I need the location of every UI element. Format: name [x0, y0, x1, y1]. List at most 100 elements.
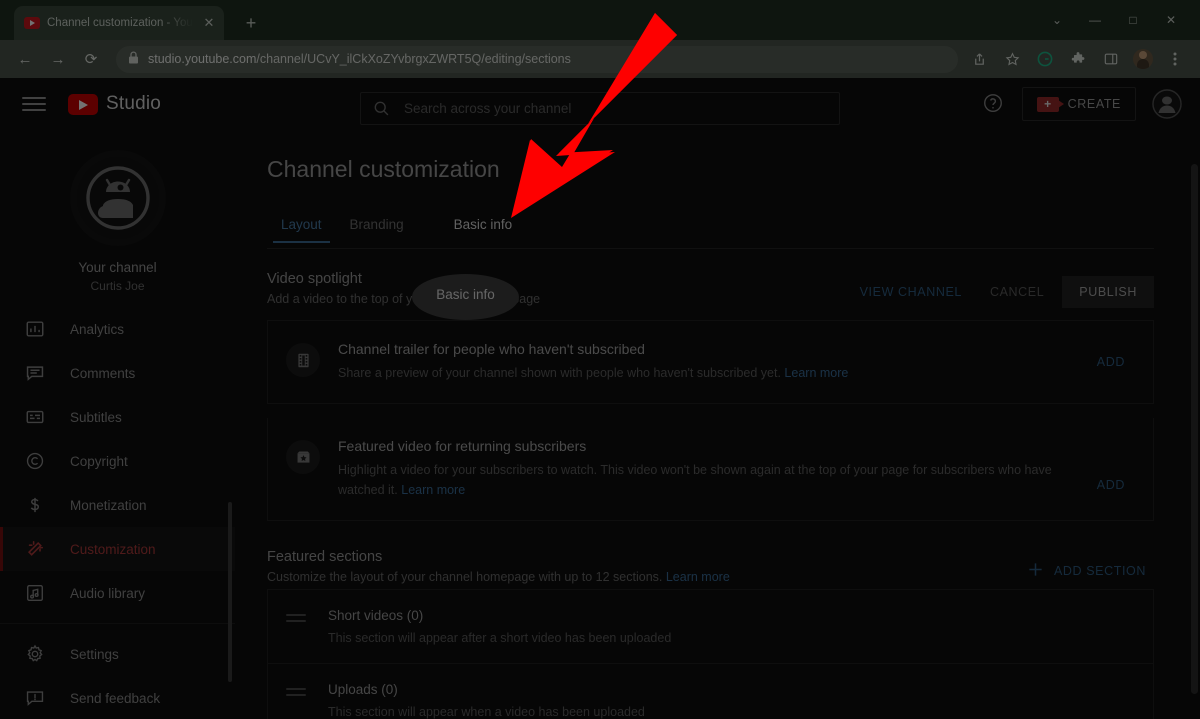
sidebar-item-copyright[interactable]: Copyright	[0, 439, 235, 483]
featured-video-icon	[286, 440, 320, 475]
sidebar-divider	[0, 623, 235, 624]
new-tab-button[interactable]: +	[238, 10, 264, 36]
drag-handle-icon[interactable]	[286, 688, 306, 697]
close-icon[interactable]: ✕	[200, 14, 218, 32]
url-host: studio.youtube.com	[148, 52, 257, 66]
sidebar-item-label: Monetization	[70, 497, 147, 513]
sidebar-item-customization[interactable]: Customization	[0, 527, 235, 571]
learn-more-link[interactable]: Learn more	[666, 570, 730, 584]
sidebar-scrollbar[interactable]	[228, 502, 232, 682]
browser-toolbar: ← → ⟳ studio.youtube.com/channel/UCvY_il…	[0, 40, 1200, 78]
chevron-down-icon[interactable]: ⌄	[1046, 9, 1068, 31]
browser-tab[interactable]: Channel customization - YouTub ✕	[14, 6, 224, 40]
chrome-menu-icon[interactable]	[1164, 48, 1186, 70]
magic-wand-icon	[24, 538, 46, 560]
profile-avatar[interactable]	[1133, 49, 1153, 69]
publish-button[interactable]: PUBLISH	[1062, 276, 1154, 308]
sidebar-item-settings[interactable]: Settings	[0, 632, 235, 676]
tab-layout[interactable]: Layout	[267, 205, 336, 243]
card-channel-trailer: Channel trailer for people who haven't s…	[267, 320, 1154, 405]
sidebar-item-label: Send feedback	[70, 690, 161, 706]
search-icon	[373, 100, 390, 117]
copyright-icon	[24, 450, 46, 472]
search-input[interactable]: Search across your channel	[360, 92, 840, 125]
section-row-body: Uploads (0) This section will appear whe…	[328, 682, 645, 719]
your-channel-label: Your channel	[78, 260, 157, 275]
feedback-icon	[24, 687, 46, 709]
reload-icon[interactable]: ⟳	[76, 45, 106, 73]
channel-block[interactable]: Your channel Curtis Joe	[0, 130, 235, 293]
url-path: /channel/UCvY_ilCkXoZYvbrgxZWRT5Q/editin…	[256, 52, 571, 66]
section-row-title: Short videos (0)	[328, 608, 424, 624]
bookmark-star-icon[interactable]	[1001, 48, 1023, 70]
browser-tabstrip: Channel customization - YouTub ✕ + ⌄ — □…	[0, 0, 1200, 40]
learn-more-link[interactable]: Learn more	[784, 366, 848, 380]
sidebar-item-label: Audio library	[70, 585, 146, 601]
grammarly-icon[interactable]	[1034, 48, 1056, 70]
hamburger-menu-icon[interactable]	[22, 92, 46, 116]
card-body: Channel trailer for people who haven't s…	[338, 341, 1069, 383]
add-section-button[interactable]: ADD SECTION	[1019, 553, 1154, 589]
sidebar-item-audio-library[interactable]: Audio library	[0, 571, 235, 615]
add-button[interactable]: ADD	[1087, 472, 1135, 498]
page-title: Channel customization	[267, 156, 500, 182]
view-channel-button[interactable]: VIEW CHANNEL	[850, 277, 972, 307]
browser-tab-title: Channel customization - YouTub	[47, 17, 193, 29]
address-bar[interactable]: studio.youtube.com/channel/UCvY_ilCkXoZY…	[116, 45, 958, 73]
card-desc-text: Share a preview of your channel shown wi…	[338, 366, 781, 380]
studio-logo[interactable]: Studio	[68, 93, 161, 115]
add-button[interactable]: ADD	[1087, 349, 1135, 375]
section-row-title: Uploads (0)	[328, 682, 398, 698]
avatar[interactable]	[69, 150, 166, 246]
film-strip-icon	[286, 343, 320, 377]
tab-basic-info[interactable]: Basic info	[440, 205, 527, 243]
dollar-icon	[24, 494, 46, 516]
tab-branding[interactable]: Branding	[336, 205, 418, 243]
sidebar-nav: Analytics Comments Subtitles Copyright M…	[0, 307, 235, 719]
section-row-description: This section will appear when a video ha…	[328, 705, 645, 719]
page-scrollbar[interactable]	[1191, 164, 1198, 694]
gear-icon	[24, 643, 46, 665]
sidebar-item-analytics[interactable]: Analytics	[0, 307, 235, 351]
studio-wordmark: Studio	[106, 93, 162, 114]
card-description: Share a preview of your channel shown wi…	[338, 364, 1069, 383]
help-icon[interactable]	[982, 92, 1006, 116]
back-icon[interactable]: ←	[10, 45, 40, 73]
sidebar-item-label: Analytics	[70, 321, 125, 337]
sidebar-item-monetization[interactable]: Monetization	[0, 483, 235, 527]
browser-toolbar-icons	[968, 48, 1190, 70]
url-text: studio.youtube.com/channel/UCvY_ilCkXoZY…	[148, 52, 571, 66]
extensions-puzzle-icon[interactable]	[1067, 48, 1089, 70]
browser-chrome: Channel customization - YouTub ✕ + ⌄ — □…	[0, 0, 1200, 78]
account-avatar[interactable]	[1152, 89, 1182, 119]
sidebar-item-comments[interactable]: Comments	[0, 351, 235, 395]
card-description: Highlight a video for your subscribers t…	[338, 461, 1069, 500]
featured-sections-text: Featured sections Customize the layout o…	[267, 549, 730, 584]
basic-info-highlight-label[interactable]: Basic info	[419, 287, 512, 302]
sidebar-item-send-feedback[interactable]: Send feedback	[0, 676, 235, 719]
plus-icon	[1027, 561, 1044, 581]
side-panel-icon[interactable]	[1100, 48, 1122, 70]
sidebar-item-subtitles[interactable]: Subtitles	[0, 395, 235, 439]
channel-name: Curtis Joe	[90, 279, 145, 293]
card-featured-video: Featured video for returning subscribers…	[267, 418, 1154, 522]
card-title: Featured video for returning subscribers	[338, 438, 587, 455]
search-placeholder: Search across your channel	[404, 101, 572, 116]
minimize-icon[interactable]: —	[1084, 9, 1106, 31]
comments-icon	[24, 362, 46, 384]
analytics-icon	[24, 318, 46, 340]
forward-icon[interactable]: →	[43, 45, 73, 73]
action-buttons: VIEW CHANNEL CANCEL PUBLISH	[850, 276, 1154, 308]
sidebar-item-label: Subtitles	[70, 409, 122, 425]
maximize-icon[interactable]: □	[1122, 9, 1144, 31]
search-container: Search across your channel	[360, 92, 840, 125]
learn-more-link[interactable]: Learn more	[401, 483, 465, 497]
section-title: Featured sections	[267, 549, 383, 566]
window-close-icon[interactable]: ✕	[1160, 9, 1182, 31]
section-row-body: Short videos (0) This section will appea…	[328, 608, 671, 645]
cancel-button[interactable]: CANCEL	[980, 277, 1054, 307]
section-subtitle: Customize the layout of your channel hom…	[267, 570, 730, 584]
create-button[interactable]: CREATE	[1021, 87, 1136, 121]
drag-handle-icon[interactable]	[286, 614, 306, 623]
share-icon[interactable]	[968, 48, 990, 70]
